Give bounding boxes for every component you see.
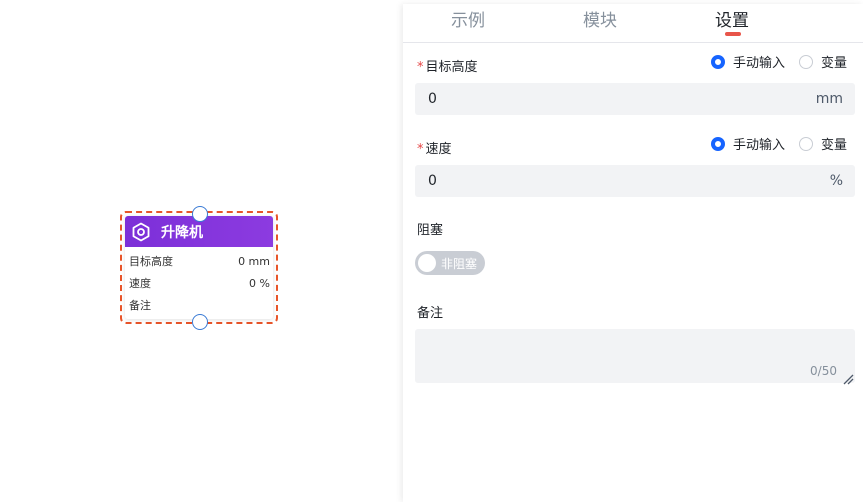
input-port[interactable]: [192, 206, 208, 222]
target-height-label-text: 目标高度: [425, 60, 478, 75]
node-title: 升降机: [161, 224, 203, 241]
target-height-input[interactable]: 0 mm: [415, 83, 855, 115]
speed-label-text: 速度: [425, 142, 452, 157]
radio-label: 变量: [820, 56, 847, 71]
required-mark: *: [417, 142, 424, 157]
toggle-text: 非阻塞: [441, 256, 478, 271]
radio-label: 手动输入: [732, 138, 785, 153]
node-row-label: 目标高度: [129, 255, 173, 268]
remark-textarea[interactable]: 0/50: [415, 329, 855, 385]
speed-label: * 速度: [417, 138, 452, 157]
node-row-label: 备注: [129, 299, 151, 312]
required-mark: *: [417, 60, 424, 75]
target-height-label: * 目标高度: [417, 56, 478, 75]
panel-tabs: 示例 模块 设置: [403, 4, 863, 43]
radio-label: 变量: [820, 138, 847, 153]
speed-mode-radios: 手动输入 变量: [697, 134, 847, 153]
radio-checked-icon: [710, 136, 725, 151]
node-row-target-height: 目标高度 0 mm: [125, 251, 273, 273]
speed-variable-radio[interactable]: 变量: [798, 134, 847, 153]
speed-unit: %: [829, 173, 843, 189]
radio-checked-icon: [710, 54, 725, 69]
toggle-knob: [418, 254, 436, 272]
node-row-value: 0 mm: [238, 255, 270, 268]
target-height-manual-radio[interactable]: 手动输入: [710, 52, 785, 71]
target-height-variable-radio[interactable]: 变量: [798, 52, 847, 71]
node-row-value: 0 %: [249, 277, 270, 290]
block-toggle[interactable]: 非阻塞: [415, 251, 485, 275]
node-row-label: 速度: [129, 277, 151, 290]
tab-settings[interactable]: 设置: [715, 6, 749, 31]
radio-unchecked-icon: [798, 136, 813, 151]
char-counter: 0/50: [810, 364, 837, 378]
node-row-speed: 速度 0 %: [125, 273, 273, 295]
resize-handle-icon[interactable]: [842, 370, 854, 385]
tab-examples[interactable]: 示例: [451, 6, 485, 31]
output-port[interactable]: [192, 314, 208, 330]
tab-modules[interactable]: 模块: [583, 6, 617, 31]
speed-input[interactable]: 0 %: [415, 165, 855, 197]
target-height-unit: mm: [815, 91, 843, 107]
flow-canvas[interactable]: 升降机 目标高度 0 mm 速度 0 % 备注: [0, 0, 403, 502]
hexagon-gear-icon: [131, 222, 151, 242]
settings-panel: 示例 模块 设置 * 目标高度 手动输入 变量 0 mm * 速度 手动输入 变量: [403, 4, 863, 502]
target-height-mode-radios: 手动输入 变量: [697, 52, 847, 71]
active-tab-indicator: [725, 32, 741, 36]
block-label: 阻塞: [417, 223, 444, 238]
remark-label: 备注: [417, 306, 444, 321]
lift-node-card[interactable]: 升降机 目标高度 0 mm 速度 0 % 备注: [125, 216, 273, 319]
speed-manual-radio[interactable]: 手动输入: [710, 134, 785, 153]
radio-label: 手动输入: [732, 56, 785, 71]
lift-node[interactable]: 升降机 目标高度 0 mm 速度 0 % 备注: [120, 206, 278, 330]
target-height-value: 0: [428, 91, 437, 107]
speed-value: 0: [428, 173, 437, 189]
radio-unchecked-icon: [798, 54, 813, 69]
